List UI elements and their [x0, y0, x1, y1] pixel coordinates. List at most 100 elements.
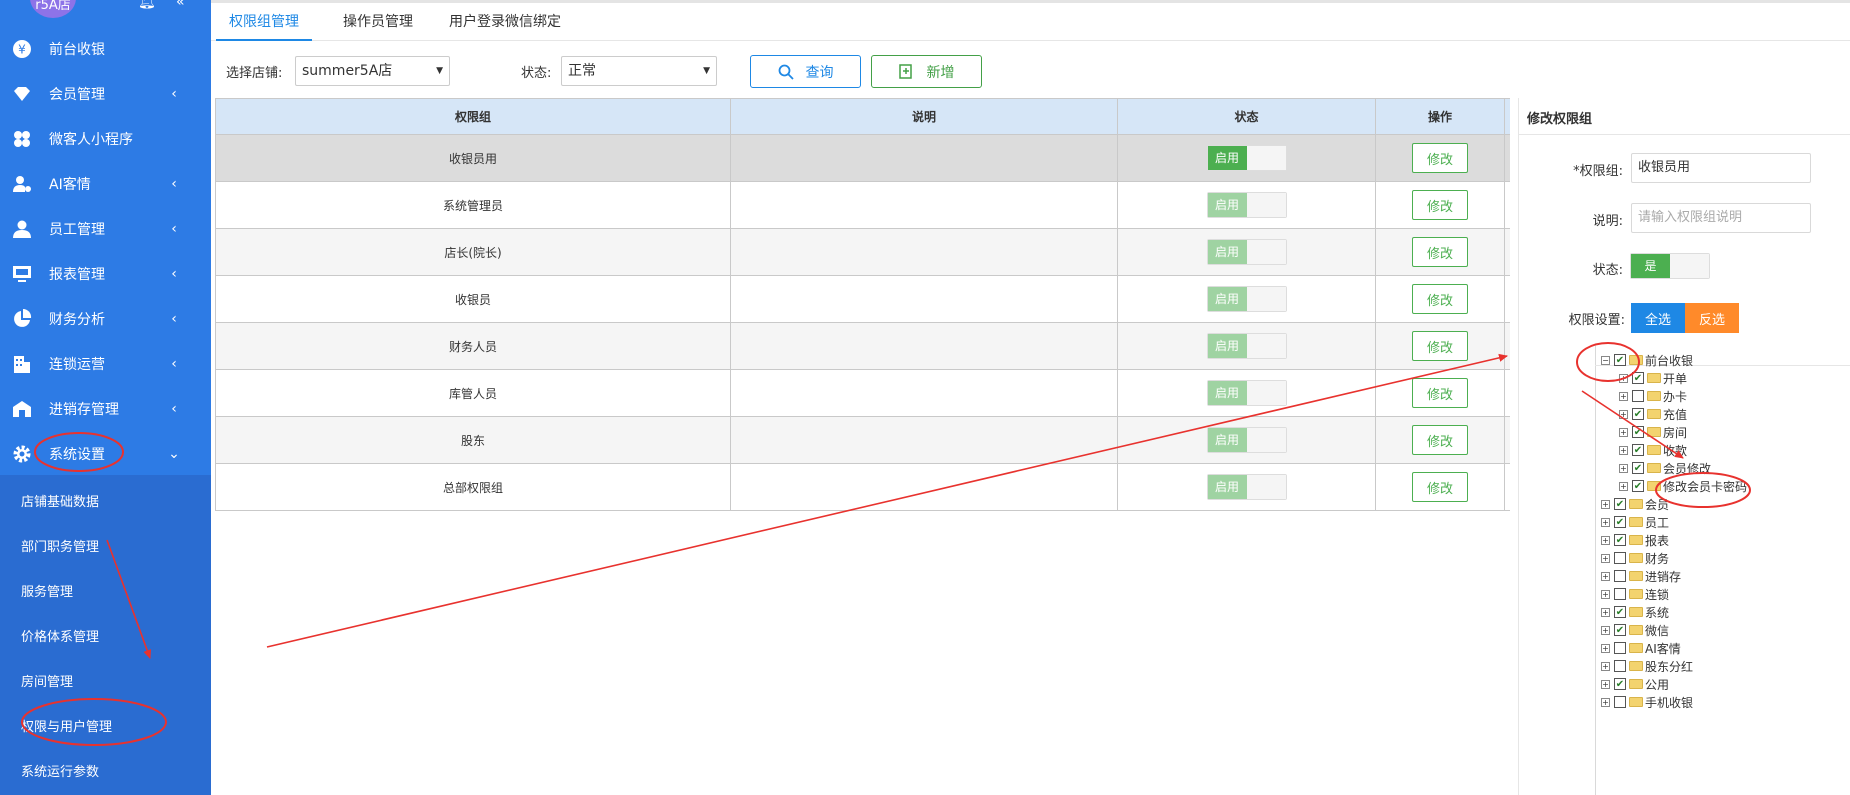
status-select[interactable]: 正常 ▼ [561, 56, 717, 86]
tree-node[interactable]: + AI客情 [1601, 640, 1681, 656]
submenu-item-department[interactable]: 部门职务管理 [0, 523, 211, 568]
checkbox-checked-icon[interactable]: ✔ [1632, 444, 1644, 456]
tab-permission-group[interactable]: 权限组管理 [216, 3, 312, 41]
expand-icon[interactable]: + [1601, 679, 1610, 689]
tree-node[interactable]: + ✔ 会员修改 [1619, 460, 1711, 476]
enable-toggle[interactable]: 启用 [1206, 333, 1287, 359]
edit-button[interactable]: 修改 [1412, 284, 1468, 314]
expand-icon[interactable]: + [1619, 409, 1628, 419]
expand-icon[interactable]: + [1601, 499, 1610, 509]
store-select[interactable]: summer5A店 ▼ [295, 56, 450, 86]
checkbox-checked-icon[interactable]: ✔ [1632, 426, 1644, 438]
expand-icon[interactable]: + [1601, 589, 1610, 599]
collapse-icon[interactable]: − [1601, 355, 1610, 365]
expand-icon[interactable]: + [1601, 697, 1610, 707]
enable-toggle[interactable]: 启用 [1206, 192, 1287, 218]
tree-node[interactable]: + ✔ 收款 [1619, 442, 1687, 458]
submenu-item-runtime-params[interactable]: 系统运行参数 [0, 748, 211, 793]
add-button[interactable]: 新增 [871, 55, 982, 88]
tree-node[interactable]: + ✔ 修改会员卡密码 [1619, 478, 1747, 494]
checkbox-checked-icon[interactable]: ✔ [1614, 606, 1626, 618]
expand-icon[interactable]: + [1601, 535, 1610, 545]
tree-node[interactable]: + ✔ 公用 [1601, 676, 1669, 692]
tree-node[interactable]: + 连锁 [1601, 586, 1669, 602]
checkbox-unchecked-icon[interactable] [1614, 570, 1626, 582]
sidebar-item-cashier[interactable]: ¥ 前台收银 [0, 26, 211, 71]
submenu-item-price-system[interactable]: 价格体系管理 [0, 613, 211, 658]
tree-node[interactable]: + ✔ 开单 [1619, 370, 1687, 386]
edit-button[interactable]: 修改 [1412, 378, 1468, 408]
tree-node[interactable]: + 股东分红 [1601, 658, 1693, 674]
checkbox-unchecked-icon[interactable] [1614, 588, 1626, 600]
expand-icon[interactable]: + [1601, 571, 1610, 581]
sidebar-item-system-settings[interactable]: 系统设置 ⌄ [0, 431, 211, 476]
expand-icon[interactable]: + [1619, 373, 1628, 383]
sidebar-item-reports[interactable]: 报表管理 ‹ [0, 251, 211, 296]
tree-node[interactable]: + ✔ 系统 [1601, 604, 1669, 620]
checkbox-unchecked-icon[interactable] [1614, 552, 1626, 564]
tree-node[interactable]: + ✔ 微信 [1601, 622, 1669, 638]
enable-toggle[interactable]: 启用 [1206, 145, 1287, 171]
table-row[interactable]: 股东 启用 修改 [216, 417, 1510, 464]
store-logo[interactable]: r5A店 [30, 0, 76, 18]
enable-toggle[interactable]: 启用 [1206, 239, 1287, 265]
checkbox-checked-icon[interactable]: ✔ [1632, 462, 1644, 474]
edit-button[interactable]: 修改 [1412, 472, 1468, 502]
group-name-input[interactable]: 收银员用 [1631, 153, 1811, 183]
expand-icon[interactable]: + [1601, 643, 1610, 653]
tree-node[interactable]: + 进销存 [1601, 568, 1681, 584]
expand-icon[interactable]: + [1601, 661, 1610, 671]
tree-node[interactable]: + ✔ 房间 [1619, 424, 1687, 440]
expand-icon[interactable]: + [1619, 463, 1628, 473]
sidebar-item-finance[interactable]: 财务分析 ‹ [0, 296, 211, 341]
enable-toggle[interactable]: 启用 [1206, 380, 1287, 406]
checkbox-checked-icon[interactable]: ✔ [1632, 480, 1644, 492]
expand-icon[interactable]: + [1619, 445, 1628, 455]
expand-icon[interactable]: + [1601, 625, 1610, 635]
table-row[interactable]: 财务人员 启用 修改 [216, 323, 1510, 370]
sidebar-item-ai[interactable]: AI客情 ‹ [0, 161, 211, 206]
expand-icon[interactable]: + [1619, 427, 1628, 437]
checkbox-checked-icon[interactable]: ✔ [1632, 372, 1644, 384]
submenu-item-room[interactable]: 房间管理 [0, 658, 211, 703]
enable-toggle[interactable]: 启用 [1206, 427, 1287, 453]
edit-button[interactable]: 修改 [1412, 143, 1468, 173]
edit-button[interactable]: 修改 [1412, 331, 1468, 361]
checkbox-checked-icon[interactable]: ✔ [1614, 498, 1626, 510]
enable-toggle[interactable]: 启用 [1206, 286, 1287, 312]
tree-node[interactable]: + 财务 [1601, 550, 1669, 566]
sidebar-item-chain[interactable]: 连锁运营 ‹ [0, 341, 211, 386]
submenu-item-permission-user[interactable]: 权限与用户管理 [0, 703, 211, 748]
table-row[interactable]: 收银员用 启用 修改 [216, 135, 1510, 182]
submenu-item-store-basic[interactable]: 店铺基础数据 [0, 478, 211, 523]
enable-toggle[interactable]: 启用 [1206, 474, 1287, 500]
status-toggle[interactable]: 是 [1630, 253, 1710, 279]
sidebar-item-inventory[interactable]: 进销存管理 ‹ [0, 386, 211, 431]
invert-selection-button[interactable]: 反选 [1685, 303, 1739, 333]
select-all-button[interactable]: 全选 [1631, 303, 1685, 333]
sidebar-item-staff[interactable]: 员工管理 ‹ [0, 206, 211, 251]
checkbox-checked-icon[interactable]: ✔ [1614, 678, 1626, 690]
checkbox-checked-icon[interactable]: ✔ [1614, 354, 1626, 366]
tree-node[interactable]: + ✔ 充值 [1619, 406, 1687, 422]
edit-button[interactable]: 修改 [1412, 237, 1468, 267]
tree-node[interactable]: + 手机收银 [1601, 694, 1693, 710]
tree-node[interactable]: − ✔ 前台收银 [1601, 352, 1693, 368]
sidebar-item-members[interactable]: 会员管理 ‹ [0, 71, 211, 116]
tab-wechat-binding[interactable]: 用户登录微信绑定 [435, 3, 575, 41]
checkbox-checked-icon[interactable]: ✔ [1632, 408, 1644, 420]
tree-node[interactable]: + ✔ 员工 [1601, 514, 1669, 530]
table-row[interactable]: 库管人员 启用 修改 [216, 370, 1510, 417]
edit-button[interactable]: 修改 [1412, 425, 1468, 455]
checkbox-unchecked-icon[interactable] [1614, 642, 1626, 654]
tab-operator[interactable]: 操作员管理 [323, 3, 433, 41]
expand-icon[interactable]: + [1601, 517, 1610, 527]
sidebar-item-mini-program[interactable]: 微客人小程序 [0, 116, 211, 161]
edit-button[interactable]: 修改 [1412, 190, 1468, 220]
checkbox-unchecked-icon[interactable] [1614, 660, 1626, 672]
collapse-icon[interactable]: « [176, 0, 185, 10]
checkbox-unchecked-icon[interactable] [1632, 390, 1644, 402]
tree-node[interactable]: + 办卡 [1619, 388, 1687, 404]
table-row[interactable]: 总部权限组 启用 修改 [216, 464, 1510, 511]
checkbox-unchecked-icon[interactable] [1614, 696, 1626, 708]
